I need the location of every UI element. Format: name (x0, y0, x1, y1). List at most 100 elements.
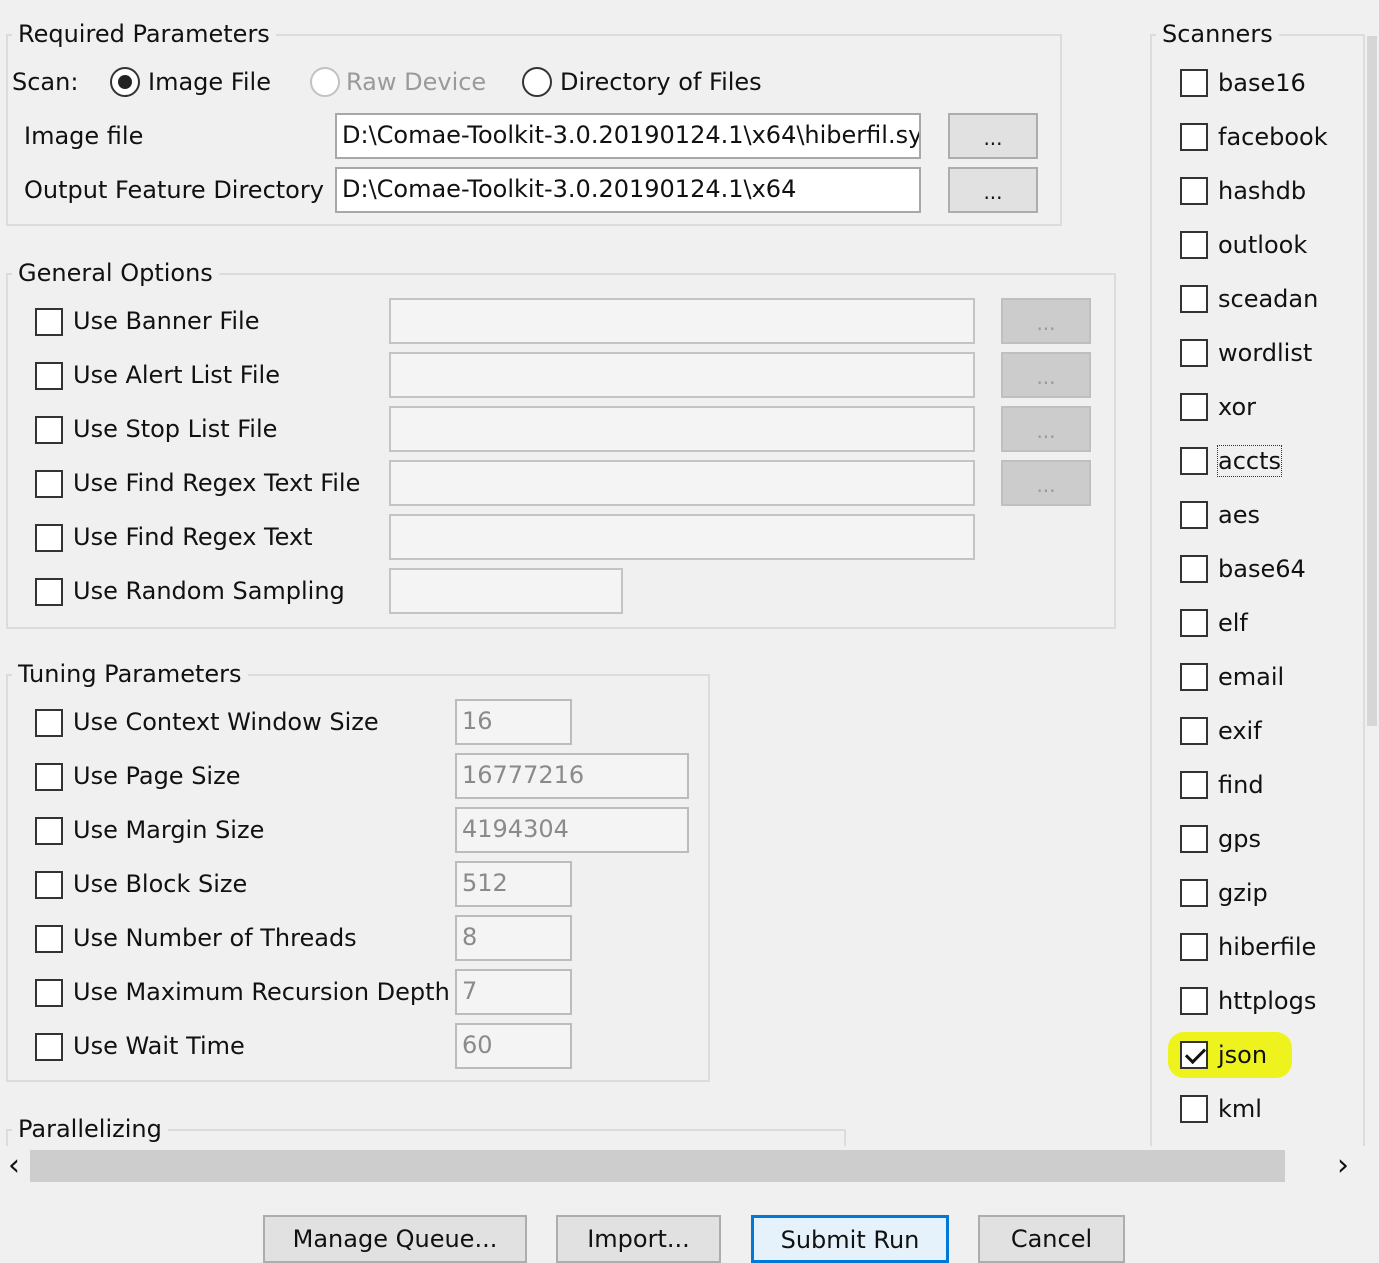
scanner-hashdb-label[interactable]: hashdb (1218, 176, 1306, 206)
image-file-input[interactable]: D:\Comae-Toolkit-3.0.20190124.1\x64\hibe… (335, 113, 921, 159)
output-dir-label: Output Feature Directory (24, 176, 324, 204)
banner-file-browse-button: ... (1001, 298, 1091, 344)
scanner-xor-checkbox[interactable] (1180, 393, 1208, 421)
use-maximum-recursion-depth-checkbox[interactable] (35, 979, 63, 1007)
scanner-hiberfile-checkbox[interactable] (1180, 933, 1208, 961)
use-number-of-threads-label[interactable]: Use Number of Threads (73, 923, 357, 953)
use-wait-time-label[interactable]: Use Wait Time (73, 1031, 245, 1061)
scanner-elf-label[interactable]: elf (1218, 608, 1248, 638)
scanner-kml-label[interactable]: kml (1218, 1094, 1262, 1124)
scanner-gps-label[interactable]: gps (1218, 824, 1261, 854)
scanner-base64-checkbox[interactable] (1180, 555, 1208, 583)
use-banner-file-checkbox[interactable] (35, 308, 63, 336)
scanners-vertical-scrollbar[interactable] (1365, 0, 1379, 1150)
use-maximum-recursion-depth-label[interactable]: Use Maximum Recursion Depth (73, 977, 450, 1007)
scanner-gps-checkbox[interactable] (1180, 825, 1208, 853)
scanner-accts-checkbox[interactable] (1180, 447, 1208, 475)
scanner-facebook-label[interactable]: facebook (1218, 122, 1328, 152)
radio-raw-device-circle (310, 67, 340, 97)
use-context-window-size-checkbox[interactable] (35, 709, 63, 737)
scanners-legend: Scanners (1156, 20, 1279, 48)
use-alert-list-file-checkbox[interactable] (35, 362, 63, 390)
use-banner-file-label[interactable]: Use Banner File (73, 306, 259, 336)
general-options-legend: General Options (12, 259, 219, 287)
output-dir-browse-button[interactable]: ... (948, 167, 1038, 213)
scanner-json-checkbox[interactable] (1180, 1041, 1208, 1069)
scanner-find-label[interactable]: find (1218, 770, 1264, 800)
output-dir-input[interactable]: D:\Comae-Toolkit-3.0.20190124.1\x64 (335, 167, 921, 213)
image-file-browse-button[interactable]: ... (948, 113, 1038, 159)
scanner-base16-checkbox[interactable] (1180, 69, 1208, 97)
scanner-xor-label[interactable]: xor (1218, 392, 1256, 422)
scanner-email-checkbox[interactable] (1180, 663, 1208, 691)
manage-queue-button[interactable]: Manage Queue... (263, 1215, 527, 1263)
use-wait-time-checkbox[interactable] (35, 1033, 63, 1061)
scanner-httplogs-checkbox[interactable] (1180, 987, 1208, 1015)
use-find-regex-text-label[interactable]: Use Find Regex Text (73, 522, 313, 552)
use-margin-size-checkbox[interactable] (35, 817, 63, 845)
parallelizing-legend: Parallelizing (12, 1115, 168, 1143)
horizontal-scroll-thumb[interactable] (30, 1150, 1285, 1182)
use-context-window-size-label[interactable]: Use Context Window Size (73, 707, 379, 737)
scanner-outlook-label[interactable]: outlook (1218, 230, 1307, 260)
radio-image-file-circle[interactable] (110, 67, 140, 97)
find-regex-text-input (389, 514, 975, 560)
scroll-left-arrow[interactable]: ‹ (0, 1146, 28, 1186)
scanner-elf-checkbox[interactable] (1180, 609, 1208, 637)
use-stop-list-file-label[interactable]: Use Stop List File (73, 414, 277, 444)
scanner-sceadan-checkbox[interactable] (1180, 285, 1208, 313)
margin-size-input: 4194304 (455, 807, 689, 853)
use-margin-size-label[interactable]: Use Margin Size (73, 815, 264, 845)
radio-directory-of-files-circle[interactable] (522, 67, 552, 97)
scanner-find-checkbox[interactable] (1180, 771, 1208, 799)
use-find-regex-text-file-checkbox[interactable] (35, 470, 63, 498)
scanner-aes-checkbox[interactable] (1180, 501, 1208, 529)
random-sampling-input (389, 568, 623, 614)
horizontal-scrollbar[interactable]: ‹ › (0, 1146, 1365, 1186)
alert-list-file-browse-button: ... (1001, 352, 1091, 398)
scanner-wordlist-checkbox[interactable] (1180, 339, 1208, 367)
stop-list-file-input (389, 406, 975, 452)
scanner-accts-label[interactable]: accts (1216, 445, 1283, 477)
scroll-right-arrow[interactable]: › (1328, 1146, 1358, 1186)
use-stop-list-file-checkbox[interactable] (35, 416, 63, 444)
use-find-regex-text-file-label[interactable]: Use Find Regex Text File (73, 468, 360, 498)
use-random-sampling-checkbox[interactable] (35, 578, 63, 606)
scanner-gzip-checkbox[interactable] (1180, 879, 1208, 907)
scanner-outlook-checkbox[interactable] (1180, 231, 1208, 259)
scanner-hiberfile-label[interactable]: hiberfile (1218, 932, 1316, 962)
scanner-wordlist-label[interactable]: wordlist (1218, 338, 1312, 368)
use-random-sampling-label[interactable]: Use Random Sampling (73, 576, 345, 606)
scanner-sceadan-label[interactable]: sceadan (1218, 284, 1318, 314)
scanner-email-label[interactable]: email (1218, 662, 1284, 692)
scanner-aes-label[interactable]: aes (1218, 500, 1260, 530)
find-regex-text-file-input (389, 460, 975, 506)
scanner-hashdb-checkbox[interactable] (1180, 177, 1208, 205)
alert-list-file-input (389, 352, 975, 398)
use-page-size-checkbox[interactable] (35, 763, 63, 791)
radio-image-file-label: Image File (148, 68, 271, 96)
scanner-exif-label[interactable]: exif (1218, 716, 1262, 746)
find-regex-text-file-browse-button: ... (1001, 460, 1091, 506)
scanner-base16-label[interactable]: base16 (1218, 68, 1306, 98)
use-block-size-label[interactable]: Use Block Size (73, 869, 247, 899)
scanner-exif-checkbox[interactable] (1180, 717, 1208, 745)
scanner-gzip-label[interactable]: gzip (1218, 878, 1268, 908)
use-alert-list-file-label[interactable]: Use Alert List File (73, 360, 280, 390)
scanners-scroll-thumb[interactable] (1367, 36, 1377, 726)
wait-time-input: 60 (455, 1023, 572, 1069)
cancel-button[interactable]: Cancel (978, 1215, 1125, 1263)
submit-run-button[interactable]: Submit Run (751, 1215, 949, 1263)
scanner-base64-label[interactable]: base64 (1218, 554, 1306, 584)
scanner-json-label[interactable]: json (1218, 1040, 1267, 1070)
use-find-regex-text-checkbox[interactable] (35, 524, 63, 552)
radio-raw-device-label: Raw Device (346, 68, 487, 96)
maximum-recursion-depth-input: 7 (455, 969, 572, 1015)
import-button[interactable]: Import... (556, 1215, 721, 1263)
use-number-of-threads-checkbox[interactable] (35, 925, 63, 953)
scanner-httplogs-label[interactable]: httplogs (1218, 986, 1316, 1016)
scanner-facebook-checkbox[interactable] (1180, 123, 1208, 151)
scanner-kml-checkbox[interactable] (1180, 1095, 1208, 1123)
use-block-size-checkbox[interactable] (35, 871, 63, 899)
use-page-size-label[interactable]: Use Page Size (73, 761, 240, 791)
